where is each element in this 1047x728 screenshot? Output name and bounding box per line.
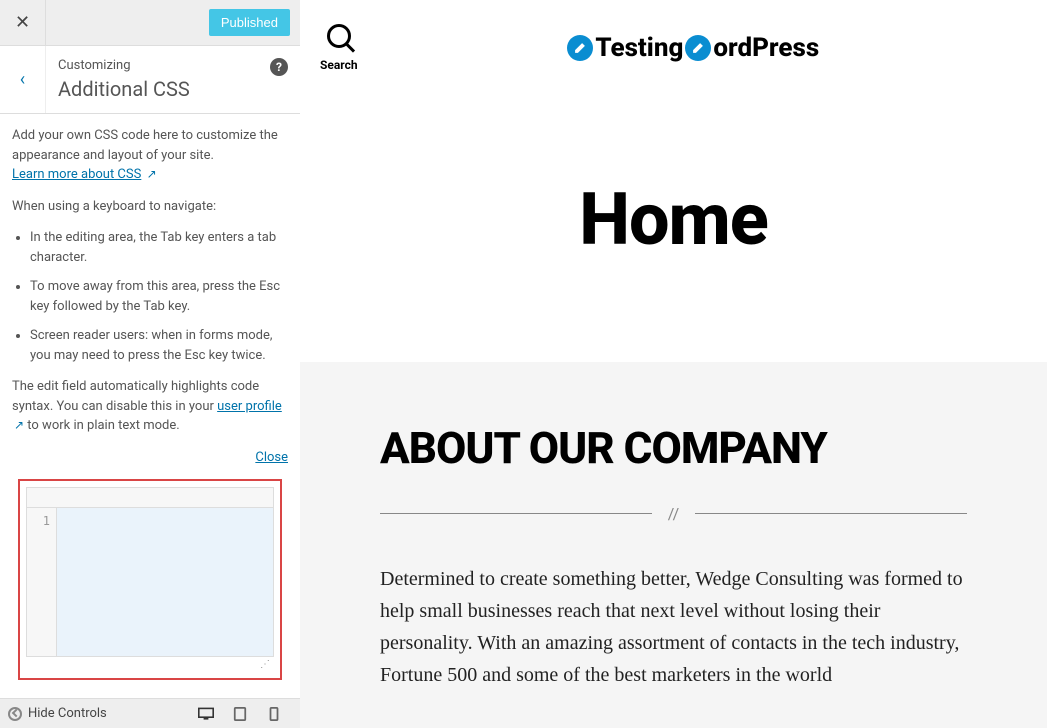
resize-handle-icon[interactable]: ⋰	[26, 657, 274, 672]
search-button[interactable]: Search	[320, 24, 358, 72]
customizer-footer: Hide Controls	[0, 698, 300, 728]
list-item: To move away from this area, press the E…	[30, 277, 288, 316]
device-preview-buttons	[198, 707, 282, 721]
customizer-top-bar: ✕ Published	[0, 0, 300, 46]
keyboard-intro: When using a keyboard to navigate:	[12, 197, 288, 217]
site-preview: Search TestingordPress Home ABOUT OUR CO…	[300, 0, 1047, 728]
css-textarea[interactable]	[57, 508, 273, 656]
css-code-editor[interactable]: 1	[26, 507, 274, 657]
line-numbers: 1	[27, 508, 57, 656]
section-divider: //	[380, 504, 967, 523]
syntax-text: The edit field automatically highlights …	[12, 377, 288, 436]
site-title: TestingordPress	[358, 33, 1027, 63]
close-description-link[interactable]: Close	[255, 450, 288, 465]
section-header: ‹ Customizing Additional CSS ?	[0, 46, 300, 114]
description-area: Add your own CSS code here to customize …	[0, 114, 300, 698]
collapse-icon	[8, 707, 22, 721]
back-button[interactable]: ‹	[0, 46, 46, 113]
learn-more-link[interactable]: Learn more about CSS	[12, 167, 141, 182]
user-profile-link[interactable]: user profile	[217, 399, 282, 414]
customizer-panel: ✕ Published ‹ Customizing Additional CSS…	[0, 0, 300, 728]
hide-controls-button[interactable]: Hide Controls	[8, 706, 198, 721]
divider-line	[380, 513, 652, 514]
keyboard-tips-list: In the editing area, the Tab key enters …	[12, 228, 288, 365]
mobile-preview-icon[interactable]	[266, 707, 282, 721]
published-button[interactable]: Published	[209, 9, 290, 36]
edit-shortcut-icon[interactable]	[685, 35, 711, 61]
section-title: Additional CSS	[58, 77, 288, 101]
editor-toolbar	[26, 487, 274, 507]
preview-site-header: Search TestingordPress	[300, 0, 1047, 97]
page-title: Home	[300, 177, 1047, 262]
close-description-wrap: Close	[12, 448, 288, 468]
help-icon[interactable]: ?	[270, 58, 288, 76]
close-customizer-button[interactable]: ✕	[0, 0, 46, 46]
page-title-section: Home	[300, 97, 1047, 362]
section-title-wrap: Customizing Additional CSS	[46, 46, 300, 113]
list-item: Screen reader users: when in forms mode,…	[30, 326, 288, 365]
content-section: ABOUT OUR COMPANY // Determined to creat…	[300, 362, 1047, 728]
about-heading: ABOUT OUR COMPANY	[380, 422, 967, 474]
hide-controls-label: Hide Controls	[28, 706, 107, 721]
search-icon	[327, 24, 351, 48]
desktop-preview-icon[interactable]	[198, 707, 214, 721]
list-item: In the editing area, the Tab key enters …	[30, 228, 288, 267]
search-label: Search	[320, 58, 358, 72]
edit-shortcut-icon[interactable]	[567, 35, 593, 61]
external-link-icon: ↗	[14, 418, 24, 432]
tablet-preview-icon[interactable]	[232, 707, 248, 721]
external-link-icon: ↗	[147, 167, 157, 181]
intro-text: Add your own CSS code here to customize …	[12, 126, 288, 185]
customizing-label: Customizing	[58, 58, 288, 73]
css-editor-highlight: 1 ⋰	[18, 479, 282, 680]
about-body-text: Determined to create something better, W…	[380, 563, 967, 691]
divider-line	[695, 513, 967, 514]
divider-slashes-icon: //	[668, 504, 679, 523]
